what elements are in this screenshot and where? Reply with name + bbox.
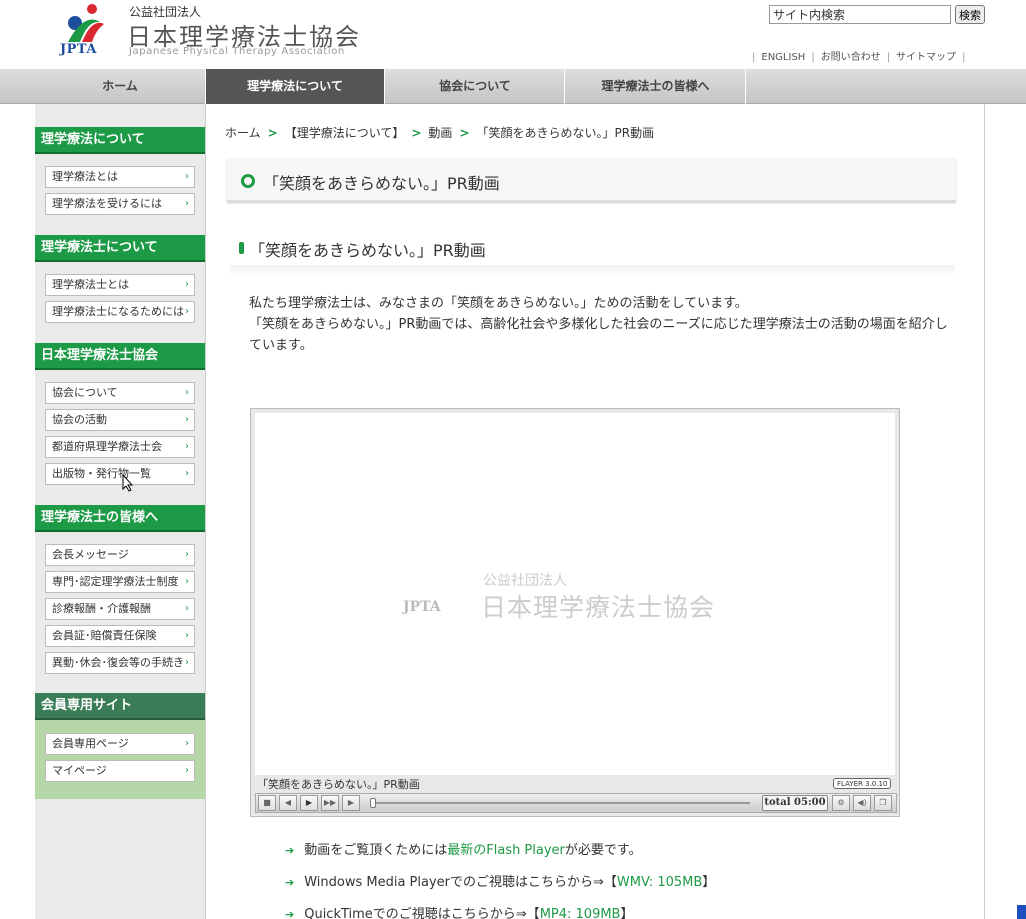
chevron-right-icon: › bbox=[185, 576, 189, 587]
intro-text: 私たち理学療法士は、みなさまの「笑顔をあきらめない。」ための活動をしています。 … bbox=[249, 296, 948, 353]
mouse-cursor-icon bbox=[122, 474, 134, 492]
wmv-download: ➔ Windows Media Playerでのご視聴はこちらから⇒【WMV: 1… bbox=[285, 875, 716, 890]
sitemap-link[interactable]: サイトマップ bbox=[896, 48, 956, 63]
wmv-link[interactable]: WMV: 105MB bbox=[617, 875, 702, 890]
settings-icon[interactable]: ⚙ bbox=[832, 795, 850, 811]
circle-icon bbox=[241, 174, 255, 188]
seek-handle[interactable] bbox=[370, 798, 376, 808]
player-controls: ■ ◀ ▶ ▶▶ ▶ total 05:00 ⚙ ◀) ❐ bbox=[255, 793, 897, 813]
breadcrumb: ホーム > 【理学療法について】 > 動画 > 「笑顔をあきらめない。」PR動画 bbox=[225, 124, 654, 141]
stop-icon[interactable]: ■ bbox=[258, 795, 276, 811]
sidebar-item[interactable]: 診療報酬・介護報酬 › bbox=[45, 598, 195, 620]
breadcrumb-video[interactable]: 動画 bbox=[428, 126, 452, 140]
mp4-download: ➔ QuickTimeでのご視聴はこちらから⇒【MP4: 109MB】 bbox=[285, 903, 634, 919]
volume-icon[interactable]: ◀) bbox=[853, 795, 871, 811]
play-icon[interactable]: ▶ bbox=[300, 795, 318, 811]
search-button[interactable]: 検索 bbox=[955, 5, 985, 24]
sidebar-heading-pt[interactable]: 理学療法について bbox=[35, 127, 205, 154]
site-header: JPTA 公益社団法人 日本理学療法士協会 Japanese Physical … bbox=[0, 0, 1026, 69]
total-time: total 05:00 bbox=[762, 795, 828, 811]
page-title: 「笑顔をあきらめない。」PR動画 bbox=[263, 174, 500, 193]
breadcrumb-home[interactable]: ホーム bbox=[225, 126, 261, 140]
sidebar-item[interactable]: 会長メッセージ › bbox=[45, 544, 195, 566]
page-top-tab[interactable] bbox=[1017, 905, 1026, 919]
chevron-right-icon: › bbox=[185, 306, 189, 317]
arrow-right-icon: ➔ bbox=[285, 876, 295, 889]
nav-home[interactable]: ホーム bbox=[35, 69, 206, 104]
breadcrumb-separator: > bbox=[411, 126, 422, 140]
sidebar-item[interactable]: 出版物・発行物一覧 › bbox=[45, 463, 195, 485]
sidebar-item[interactable]: マイページ › bbox=[45, 760, 195, 782]
breadcrumb-separator: > bbox=[267, 126, 278, 140]
main-border-right bbox=[984, 104, 985, 919]
flash-player-link[interactable]: 最新のFlash Player bbox=[447, 843, 565, 858]
previous-icon[interactable]: ◀ bbox=[279, 795, 297, 811]
sidebar-item[interactable]: 協会について › bbox=[45, 382, 195, 404]
video-screen[interactable]: JPTA 公益社団法人 日本理学療法士協会 bbox=[255, 413, 895, 775]
chevron-right-icon: › bbox=[185, 468, 189, 479]
chevron-right-icon: › bbox=[185, 603, 189, 614]
global-nav: ホーム 理学療法について 協会について 理学療法士の皆様へ bbox=[0, 69, 1026, 104]
next-icon[interactable]: ▶ bbox=[342, 795, 360, 811]
sidebar-item[interactable]: 理学療法士になるためには › bbox=[45, 301, 195, 323]
fullscreen-icon[interactable]: ❐ bbox=[874, 795, 892, 811]
section-heading: 「笑顔をあきらめない。」PR動画 bbox=[249, 241, 486, 260]
sidebar-item[interactable]: 都道府県理学療法士会 › bbox=[45, 436, 195, 458]
player-version-badge: FLAYER 3.0.10 bbox=[833, 778, 892, 789]
fast-forward-icon[interactable]: ▶▶ bbox=[321, 795, 339, 811]
nav-about-association[interactable]: 協会について bbox=[386, 69, 565, 104]
chevron-right-icon: › bbox=[185, 441, 189, 452]
sidebar-heading-member-site: 会員専用サイト bbox=[35, 693, 205, 720]
sidebar-item[interactable]: 理学療法士とは › bbox=[45, 274, 195, 296]
main-border-left bbox=[205, 104, 206, 919]
sidebar-item[interactable]: 協会の活動 › bbox=[45, 409, 195, 431]
utility-links: | ENGLISH | お問い合わせ | サイトマップ | bbox=[746, 48, 971, 63]
chevron-right-icon: › bbox=[185, 630, 189, 641]
english-link[interactable]: ENGLISH bbox=[761, 52, 805, 63]
player-org-name: 日本理学療法士協会 bbox=[481, 593, 716, 622]
sidebar-heading-association[interactable]: 日本理学療法士協会 bbox=[35, 343, 205, 370]
seek-bar[interactable] bbox=[370, 798, 750, 808]
video-caption: 「笑顔をあきらめない。」PR動画 bbox=[257, 778, 420, 791]
nav-for-members[interactable]: 理学療法士の皆様へ bbox=[566, 69, 746, 104]
sidebar-item[interactable]: 会員専用ページ › bbox=[45, 733, 195, 755]
org-name-en: Japanese Physical Therapy Association bbox=[129, 46, 345, 57]
chevron-right-icon: › bbox=[185, 738, 189, 749]
player-org-type: 公益社団法人 bbox=[483, 573, 567, 589]
sidebar-item[interactable]: 異動･休会･復会等の手続き › bbox=[45, 652, 195, 674]
chevron-right-icon: › bbox=[185, 279, 189, 290]
heading-bar-icon bbox=[239, 242, 244, 254]
player-logo-text: JPTA bbox=[403, 599, 441, 615]
chevron-right-icon: › bbox=[185, 765, 189, 776]
chevron-right-icon: › bbox=[185, 414, 189, 425]
chevron-right-icon: › bbox=[185, 198, 189, 209]
flash-note: ➔ 動画をご覧頂くためには最新のFlash Playerが必要です。 bbox=[285, 843, 642, 858]
sidebar-heading-pt-worker[interactable]: 理学療法士について bbox=[35, 235, 205, 262]
breadcrumb-pt[interactable]: 【理学療法について】 bbox=[285, 126, 405, 140]
logo-text: JPTA bbox=[60, 42, 97, 57]
chevron-right-icon: › bbox=[185, 657, 189, 668]
video-player: JPTA 公益社団法人 日本理学療法士協会 「笑顔をあきらめない。」PR動画 F… bbox=[250, 408, 900, 817]
arrow-right-icon: ➔ bbox=[285, 844, 295, 857]
sidebar-heading-members[interactable]: 理学療法士の皆様へ bbox=[35, 505, 205, 532]
arrow-right-icon: ➔ bbox=[285, 908, 295, 919]
chevron-right-icon: › bbox=[185, 387, 189, 398]
heading-underline bbox=[230, 265, 955, 277]
search-input[interactable] bbox=[769, 5, 951, 24]
breadcrumb-current: 「笑顔をあきらめない。」PR動画 bbox=[476, 126, 655, 140]
sidebar-item[interactable]: 理学療法とは › bbox=[45, 166, 195, 188]
chevron-right-icon: › bbox=[185, 171, 189, 182]
chevron-right-icon: › bbox=[185, 549, 189, 560]
page-title-box: 「笑顔をあきらめない。」PR動画 bbox=[227, 158, 956, 202]
sidebar-item[interactable]: 理学療法を受けるには › bbox=[45, 193, 195, 215]
mp4-link[interactable]: MP4: 109MB bbox=[540, 907, 621, 919]
breadcrumb-separator: > bbox=[459, 126, 470, 140]
sidebar-item[interactable]: 専門･認定理学療法士制度 › bbox=[45, 571, 195, 593]
contact-link[interactable]: お問い合わせ bbox=[821, 48, 881, 63]
nav-about-pt[interactable]: 理学療法について bbox=[206, 69, 385, 104]
sidebar-item[interactable]: 会員証･賠償責任保険 › bbox=[45, 625, 195, 647]
member-site-box bbox=[35, 719, 205, 799]
